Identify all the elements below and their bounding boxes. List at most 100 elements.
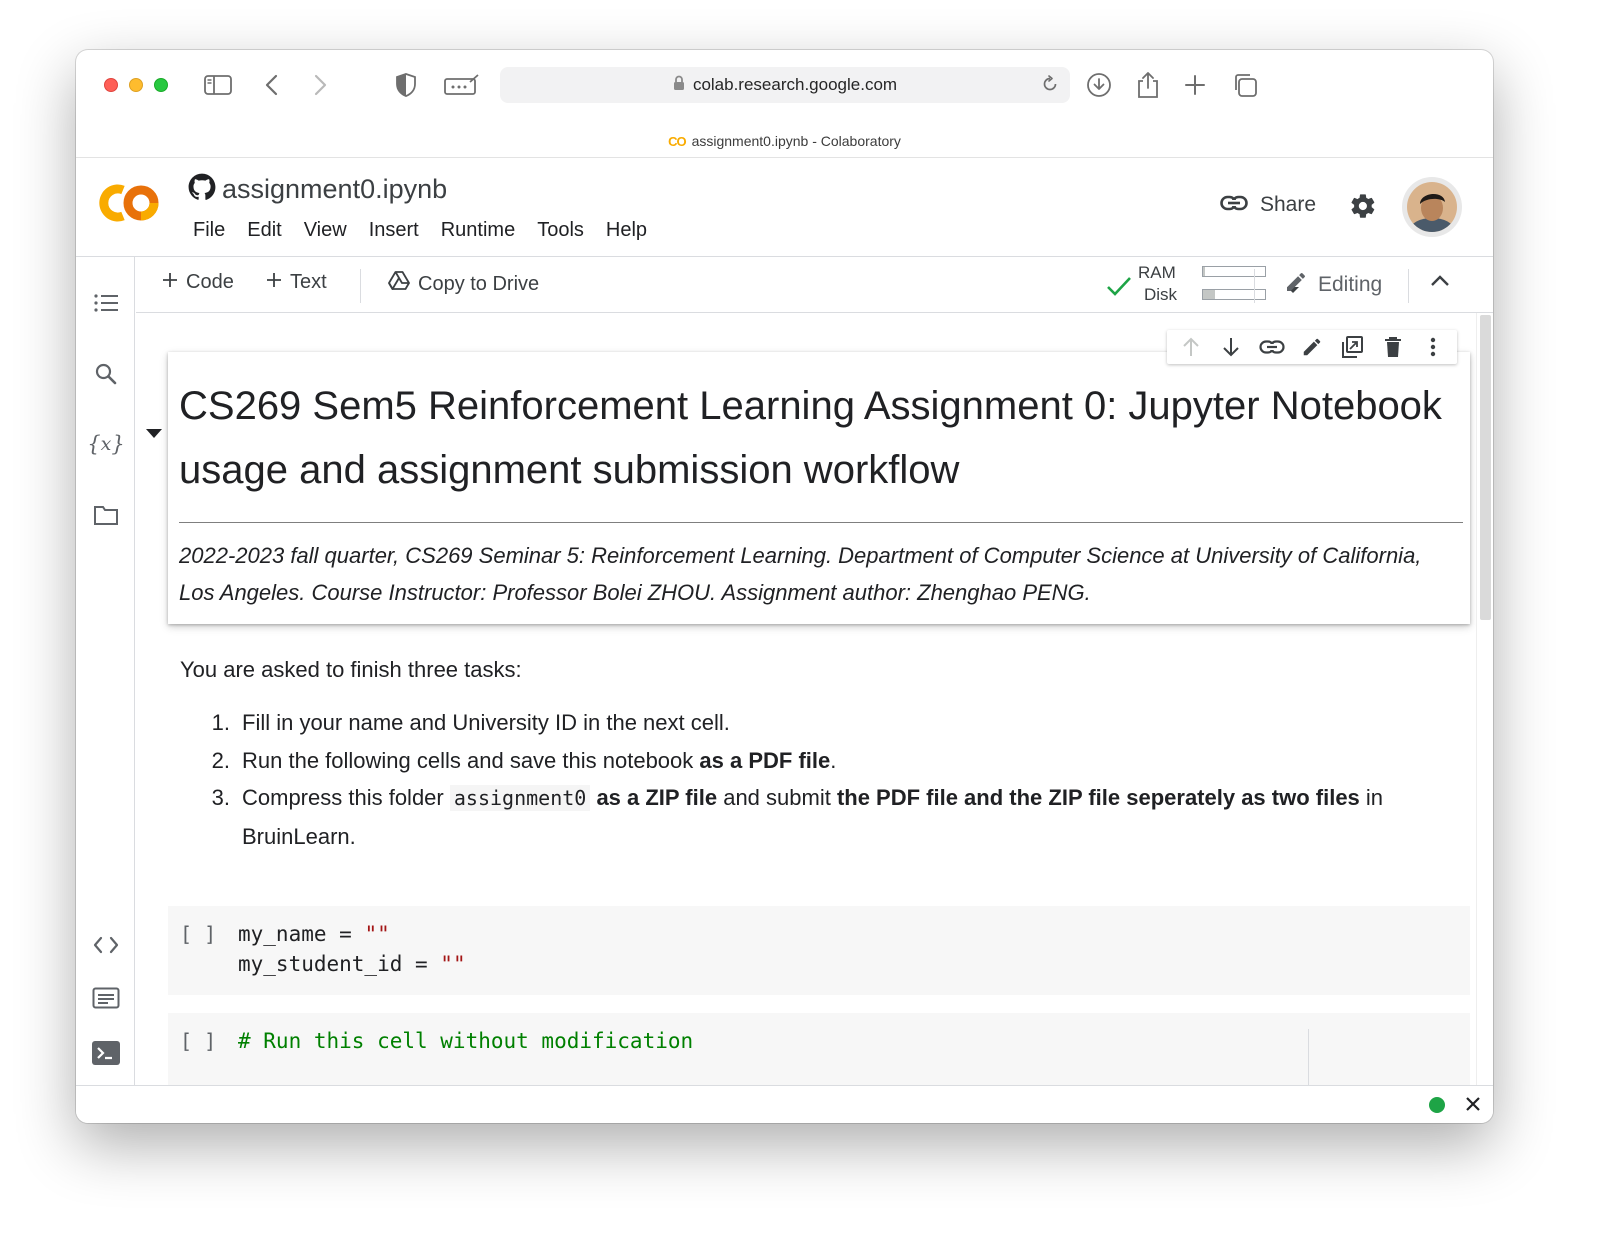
search-icon[interactable] (92, 360, 120, 388)
runtime-status-indicator[interactable] (1429, 1097, 1445, 1113)
menu-view[interactable]: View (293, 219, 358, 242)
variables-icon[interactable]: {x} (87, 430, 124, 458)
plus-icon (162, 271, 178, 294)
share-sheet-icon[interactable] (1136, 70, 1160, 100)
command-palette-icon[interactable] (92, 984, 120, 1012)
table-of-contents-icon[interactable] (92, 289, 120, 317)
add-text-label: Text (290, 271, 327, 293)
markdown-cell-selected[interactable]: CS269 Sem5 Reinforcement Learning Assign… (168, 352, 1470, 624)
notebook-title-row: assignment0.ipynb (188, 173, 447, 206)
close-icon[interactable] (1464, 1095, 1482, 1118)
move-cell-down-icon[interactable] (1218, 334, 1244, 360)
left-rail: {x} (76, 257, 135, 1085)
notebook-content: CS269 Sem5 Reinforcement Learning Assign… (136, 313, 1476, 1085)
new-tab-icon[interactable] (1184, 70, 1206, 100)
minimize-window-button[interactable] (129, 78, 143, 92)
editing-label: Editing (1318, 273, 1383, 296)
code-cell[interactable]: [ ] # Run this cell without modification (168, 1013, 1470, 1085)
tab-title-text: assignment0.ipynb - Colaboratory (691, 133, 901, 149)
menu-file[interactable]: File (182, 219, 236, 242)
chevron-up-icon[interactable] (1430, 274, 1450, 293)
tab-overview-icon[interactable] (1232, 70, 1258, 100)
code-comment[interactable]: # Run this cell without modification (238, 1029, 693, 1053)
back-icon[interactable] (264, 70, 280, 100)
url-text: colab.research.google.com (692, 75, 898, 94)
delete-cell-trash-icon[interactable] (1380, 334, 1406, 360)
code-cell[interactable]: [ ] my_name = "" my_student_id = "" (168, 906, 1470, 995)
close-window-button[interactable] (104, 78, 118, 92)
active-tab[interactable]: CO assignment0.ipynb - Colaboratory (76, 125, 1493, 158)
menu-bar: File Edit View Insert Runtime Tools Help (182, 219, 658, 242)
files-folder-icon[interactable] (92, 501, 120, 529)
downloads-icon[interactable] (1086, 70, 1112, 100)
colab-logo[interactable] (96, 181, 162, 230)
user-avatar[interactable] (1402, 177, 1462, 237)
scrollbar-thumb[interactable] (1480, 315, 1491, 620)
edit-cell-pencil-icon[interactable] (1299, 334, 1325, 360)
course-info-text: 2022-2023 fall quarter, CS269 Seminar 5:… (179, 543, 1422, 605)
menu-help[interactable]: Help (595, 219, 658, 242)
notebook-toolbar: Code Text Copy to Drive RAM Disk Editing (136, 257, 1493, 313)
menu-tools[interactable]: Tools (526, 219, 595, 242)
drive-icon (388, 271, 410, 297)
menu-edit[interactable]: Edit (236, 219, 292, 242)
safari-toolbar: colab.research.google.com (76, 50, 1493, 125)
colab-favicon: CO (668, 133, 686, 149)
code-snippets-icon[interactable] (92, 931, 120, 959)
menu-insert[interactable]: Insert (358, 219, 430, 242)
connected-check-icon (1106, 275, 1132, 302)
copy-to-drive-button[interactable]: Copy to Drive (388, 271, 539, 297)
toolbar-divider (1408, 269, 1409, 303)
inline-code: assignment0 (449, 785, 591, 811)
mirror-cell-icon[interactable] (1339, 334, 1365, 360)
list-item: 1. Fill in your name and University ID i… (180, 704, 1455, 742)
code-line[interactable]: my_name = "" (238, 922, 390, 946)
code-cell-divider (1308, 1029, 1309, 1085)
string-literal: "" (440, 952, 466, 976)
task-text: Run the following cells and save this no… (242, 747, 700, 773)
address-bar[interactable]: colab.research.google.com (500, 67, 1070, 103)
privacy-shield-icon[interactable] (396, 70, 416, 100)
add-text-button[interactable]: Text (266, 271, 327, 294)
list-item-number: 3. (211, 785, 230, 810)
menu-runtime[interactable]: Runtime (430, 219, 526, 242)
task-emphasis: the PDF file and the ZIP file seperately… (836, 785, 1360, 810)
add-code-label: Code (186, 271, 234, 293)
more-options-icon[interactable] (1420, 334, 1446, 360)
ram-usage-fill (1203, 267, 1205, 276)
run-cell-button[interactable]: [ ] (180, 922, 216, 946)
move-cell-up-icon[interactable] (1178, 334, 1204, 360)
code-line[interactable]: my_student_id = "" (238, 952, 466, 976)
forward-icon[interactable] (312, 70, 328, 100)
notebook-title[interactable]: assignment0.ipynb (222, 174, 447, 205)
horizontal-rule (179, 522, 1463, 523)
lock-icon (673, 75, 685, 96)
collapse-section-icon[interactable] (146, 429, 162, 438)
task-list: 1. Fill in your name and University ID i… (180, 704, 1455, 855)
disk-usage-fill (1203, 290, 1216, 299)
ram-usage-bar (1202, 266, 1266, 277)
list-item-number: 2. (211, 747, 230, 773)
notebook-scrollbar[interactable] (1476, 313, 1493, 1085)
task-emphasis: as a ZIP file (596, 785, 718, 810)
task-text: Fill in your name and University ID in t… (242, 710, 730, 735)
translate-reader-icon[interactable] (444, 70, 480, 100)
code-text: my_student_id = (238, 952, 441, 976)
settings-gear-icon[interactable] (1349, 192, 1377, 225)
list-item: 3. Compress this folder assignment0 as a… (180, 779, 1455, 855)
sidebar-toggle-icon[interactable] (204, 70, 232, 100)
link-to-cell-icon[interactable] (1259, 334, 1285, 360)
cell-toolbar (1167, 330, 1457, 364)
disk-label: Disk (1144, 285, 1178, 304)
toolbar-divider (360, 269, 361, 303)
add-code-button[interactable]: Code (162, 271, 234, 294)
share-button[interactable]: Share (1220, 193, 1316, 217)
zoom-window-button[interactable] (154, 78, 168, 92)
plus-icon (266, 271, 282, 294)
task-text: and submit (717, 785, 837, 810)
disk-usage-bar (1202, 289, 1266, 300)
editing-mode-button[interactable]: Editing (1284, 270, 1382, 300)
terminal-icon[interactable] (92, 1039, 120, 1067)
reload-icon[interactable] (1040, 74, 1060, 99)
run-cell-button[interactable]: [ ] (180, 1029, 216, 1053)
